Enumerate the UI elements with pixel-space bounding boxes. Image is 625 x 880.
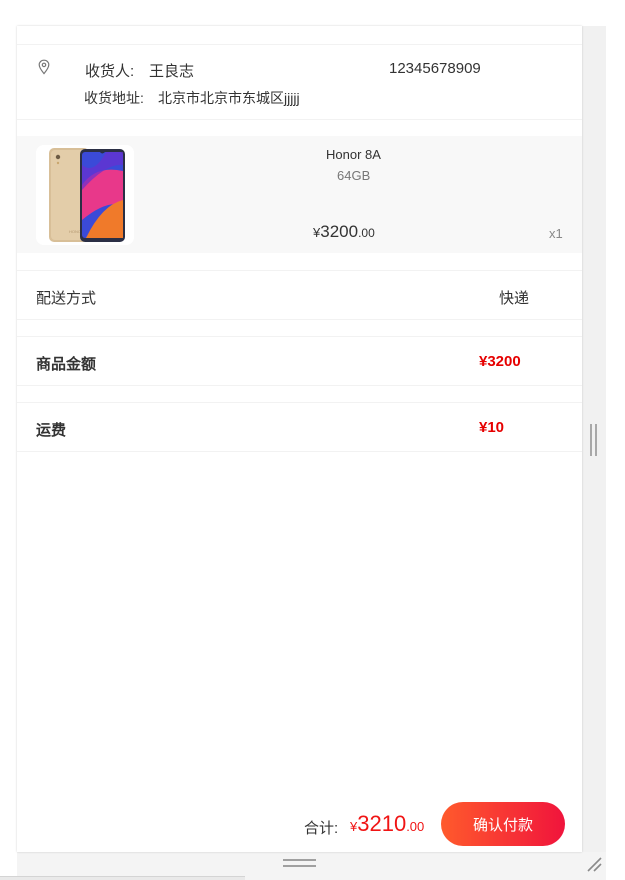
bottom-edge-bar — [0, 876, 245, 880]
shipping-fee-label: 运费 — [36, 422, 67, 439]
product-quantity: x1 — [549, 226, 563, 241]
receiver-label: 收货人: — [85, 63, 135, 80]
order-confirm-page: 收货人: 王良志 12345678909 收货地址: 北京市北京市东城区jjjj… — [17, 26, 582, 852]
total-integer: 3210 — [357, 811, 407, 836]
total-amount: ¥3210.00 — [350, 811, 424, 837]
receiver-name: 王良志 — [149, 63, 195, 80]
vertical-resize-handle[interactable] — [590, 424, 597, 456]
shipping-fee-value: ¥10 — [479, 419, 505, 436]
product-name: Honor 8A — [326, 147, 381, 162]
price-decimal: .00 — [358, 226, 375, 240]
goods-amount-row: 商品金额 ¥3200 — [17, 336, 582, 386]
shipping-fee-row: 运费 ¥10 — [17, 402, 582, 452]
receiver-phone: 12345678909 — [389, 60, 481, 77]
product-item[interactable]: HONOR Honor 8A 64GB ¥3200.00 x1 — [17, 136, 582, 253]
product-price: ¥3200.00 — [313, 222, 375, 242]
delivery-method-label: 配送方式 — [36, 290, 97, 307]
confirm-payment-button[interactable]: 确认付款 — [441, 802, 565, 846]
product-spec: 64GB — [337, 168, 371, 183]
delivery-method-row[interactable]: 配送方式 快递 — [17, 270, 582, 320]
honor-phone-image: HONOR — [36, 145, 134, 245]
address-card[interactable]: 收货人: 王良志 12345678909 收货地址: 北京市北京市东城区jjjj… — [17, 44, 582, 120]
product-image[interactable]: HONOR — [36, 145, 134, 245]
goods-amount-value: ¥3200 — [479, 353, 521, 370]
goods-amount-label: 商品金额 — [36, 356, 97, 373]
price-integer: 3200 — [320, 222, 359, 241]
total-label: 合计: — [304, 820, 339, 837]
horizontal-resize-handle[interactable] — [283, 859, 316, 869]
delivery-method-value: 快递 — [499, 290, 530, 307]
address-label: 收货地址: — [84, 90, 144, 106]
resize-grip-icon[interactable] — [586, 856, 602, 872]
total-decimal: .00 — [406, 819, 425, 834]
location-pin-icon — [38, 59, 50, 75]
address-text: 北京市北京市东城区jjjjj — [158, 90, 300, 106]
